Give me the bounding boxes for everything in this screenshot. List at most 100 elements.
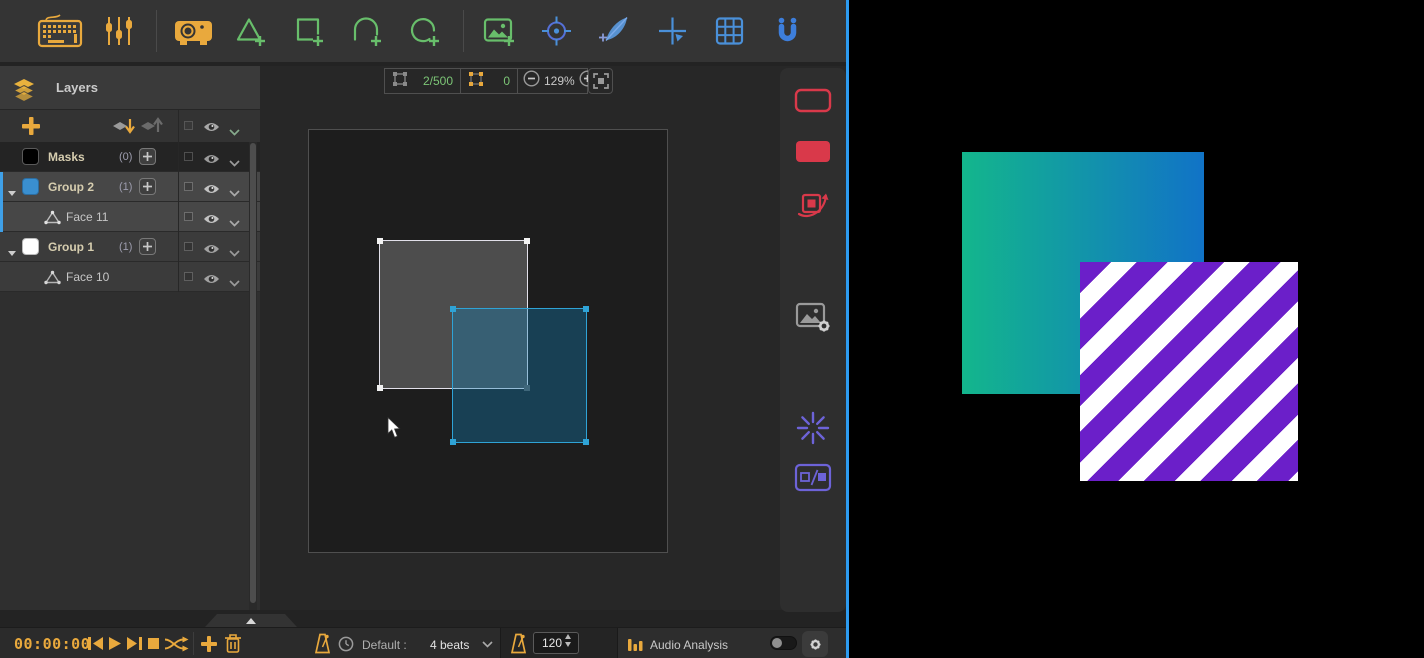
- corner-handle[interactable]: [377, 385, 383, 391]
- audio-settings-button[interactable]: [802, 631, 828, 657]
- collapse-arrow-icon: [246, 618, 256, 624]
- face-triangle-icon: [44, 270, 61, 290]
- add-triangle-icon[interactable]: [234, 15, 267, 48]
- layer-checkbox[interactable]: [184, 272, 193, 281]
- visibility-all-eye-icon[interactable]: [203, 120, 220, 138]
- appearance-toolbar: [780, 68, 846, 612]
- mask-color-swatch[interactable]: [22, 148, 39, 165]
- audio-analysis-toggle[interactable]: [770, 636, 797, 650]
- media-settings-button[interactable]: [795, 300, 831, 334]
- fit-to-screen-button[interactable]: [588, 68, 613, 94]
- stepper-up-icon[interactable]: [565, 634, 571, 639]
- layer-checkbox[interactable]: [184, 182, 193, 191]
- chevron-down-icon[interactable]: [229, 154, 240, 172]
- metronome-icon: [511, 633, 526, 654]
- zoom-out-button[interactable]: [523, 70, 540, 92]
- point-count-value: 0: [503, 74, 510, 88]
- eye-icon[interactable]: [203, 212, 220, 230]
- projector-icon[interactable]: [174, 15, 214, 47]
- chevron-down-icon[interactable]: [229, 244, 240, 262]
- test-pattern-crosshair-icon[interactable]: [540, 15, 573, 48]
- mapping-canvas[interactable]: [308, 129, 668, 553]
- expand-all-chevron-icon[interactable]: [229, 123, 240, 141]
- tempo-default-label: Default :: [362, 638, 407, 652]
- face-counter: 2/500: [385, 69, 460, 93]
- corner-handle[interactable]: [583, 439, 589, 445]
- grid-icon[interactable]: [713, 15, 746, 48]
- layer-row-masks[interactable]: Masks (0): [0, 142, 260, 172]
- delete-scene-button[interactable]: [225, 634, 241, 653]
- eye-icon[interactable]: [203, 152, 220, 170]
- chevron-down-icon[interactable]: [229, 214, 240, 232]
- paint-feather-icon[interactable]: [597, 15, 631, 48]
- bpm-input[interactable]: [533, 632, 579, 654]
- add-circle-icon[interactable]: [408, 15, 441, 48]
- layer-row-face11[interactable]: Face 11: [0, 202, 260, 232]
- effects-burst-button[interactable]: [796, 411, 830, 445]
- fill-style-button[interactable]: [794, 139, 832, 164]
- layers-panel-title: Layers: [56, 80, 98, 95]
- layer-row-group1[interactable]: Group 1 (1): [0, 232, 260, 262]
- corner-handle[interactable]: [377, 238, 383, 244]
- layers-scrollbar[interactable]: [249, 142, 257, 610]
- eye-icon[interactable]: [203, 242, 220, 260]
- audio-bars-icon: [628, 636, 643, 651]
- stop-button[interactable]: [148, 638, 159, 649]
- canvas-face-11-quad[interactable]: [452, 308, 587, 443]
- stepper-down-icon[interactable]: [565, 642, 571, 647]
- corner-handle[interactable]: [450, 439, 456, 445]
- column-separator: [178, 110, 179, 292]
- add-face-button[interactable]: [139, 178, 156, 195]
- selected-points-icon: [468, 71, 484, 92]
- chevron-down-icon[interactable]: [229, 274, 240, 292]
- output-striped-face: [1080, 262, 1298, 481]
- layers-toolbar: [0, 110, 260, 142]
- eye-icon[interactable]: [203, 182, 220, 200]
- group-color-swatch[interactable]: [22, 178, 39, 195]
- select-all-checkbox[interactable]: [184, 121, 193, 130]
- add-image-icon[interactable]: [482, 15, 516, 48]
- add-square-icon[interactable]: [292, 15, 325, 48]
- scrollbar-thumb[interactable]: [250, 143, 256, 603]
- skip-to-start-button[interactable]: [88, 637, 103, 650]
- add-face-button[interactable]: [139, 238, 156, 255]
- outline-style-button[interactable]: [794, 88, 832, 113]
- add-mask-button[interactable]: [139, 148, 156, 165]
- collapse-caret-icon[interactable]: [7, 244, 17, 262]
- timeline-collapse-tab[interactable]: [205, 614, 297, 627]
- add-scene-button[interactable]: [201, 636, 217, 652]
- skip-to-end-button[interactable]: [127, 637, 142, 650]
- collapse-caret-icon[interactable]: [7, 184, 17, 202]
- layer-checkbox[interactable]: [184, 152, 193, 161]
- move-layer-down-button[interactable]: [112, 117, 135, 140]
- chevron-down-icon[interactable]: [229, 184, 240, 202]
- timecode-display: 00:00:00: [14, 635, 90, 653]
- mapping-viewport[interactable]: 2/500 0 129%: [260, 66, 846, 610]
- layer-name: Group 1: [48, 240, 94, 254]
- add-arch-icon[interactable]: [350, 15, 383, 48]
- face-count-icon: [392, 71, 408, 92]
- shuffle-button[interactable]: [164, 636, 189, 652]
- controls-sliders-icon[interactable]: [104, 15, 134, 47]
- beats-select[interactable]: 4 beats: [430, 638, 469, 652]
- layer-row-face10[interactable]: Face 10: [0, 262, 260, 292]
- play-button[interactable]: [109, 637, 121, 650]
- add-point-icon[interactable]: [656, 15, 689, 48]
- bpm-stepper[interactable]: [565, 634, 571, 647]
- magnet-logo-icon[interactable]: [771, 15, 804, 48]
- layer-checkbox[interactable]: [184, 212, 193, 221]
- beats-chevron-icon[interactable]: [482, 641, 493, 648]
- layer-row-group2[interactable]: Group 2 (1): [0, 172, 260, 202]
- eye-icon[interactable]: [203, 272, 220, 290]
- corner-handle[interactable]: [583, 306, 589, 312]
- keyboard-shortcuts-icon[interactable]: [36, 11, 84, 51]
- move-layer-up-button[interactable]: [140, 117, 163, 140]
- corner-handle[interactable]: [450, 306, 456, 312]
- add-layer-button[interactable]: [22, 117, 40, 140]
- bottom-separator: [193, 632, 194, 655]
- shape-animation-button[interactable]: [794, 186, 832, 224]
- corner-handle[interactable]: [524, 238, 530, 244]
- group-color-swatch[interactable]: [22, 238, 39, 255]
- transitions-button[interactable]: [794, 462, 832, 493]
- layer-checkbox[interactable]: [184, 242, 193, 251]
